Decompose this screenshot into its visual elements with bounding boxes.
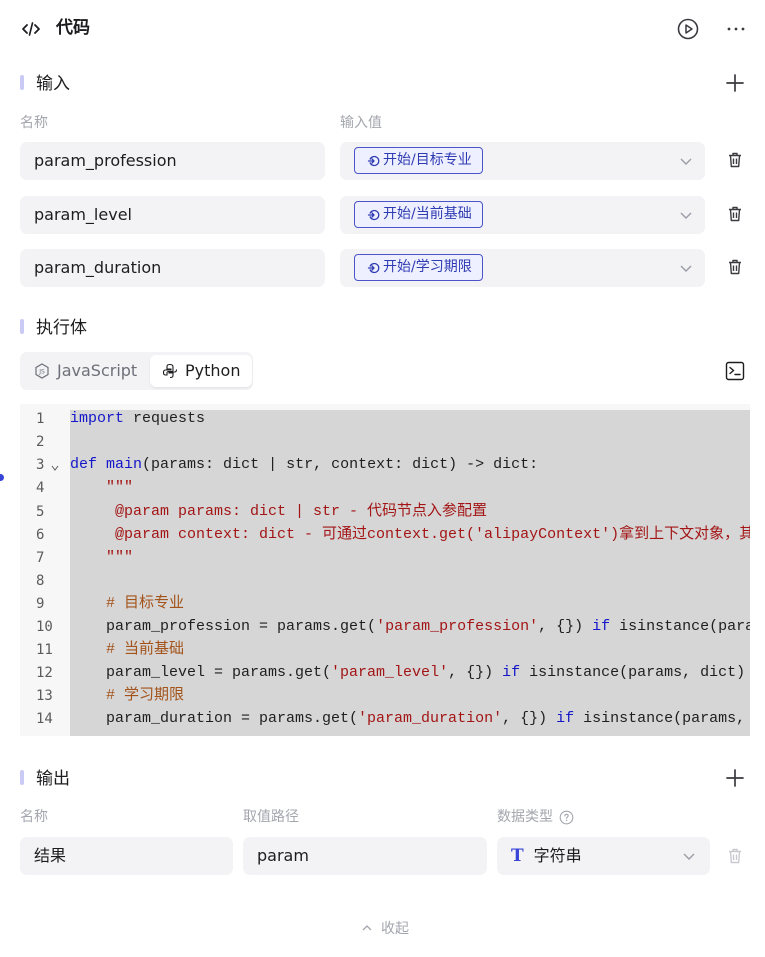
delete-icon — [726, 847, 744, 865]
line-number: 2 — [36, 434, 45, 450]
line-number: 11 — [36, 642, 53, 658]
line-number: 8 — [36, 573, 45, 589]
line-number: 5 — [36, 504, 45, 520]
more-icon[interactable] — [724, 17, 748, 41]
tab-label: Python — [185, 361, 241, 380]
chevron-up-icon — [362, 925, 372, 931]
help-icon[interactable] — [559, 810, 574, 825]
connection-handle[interactable] — [0, 474, 4, 481]
output-type-value: 字符串 — [533, 846, 582, 865]
input-name-field[interactable]: param_level — [20, 196, 325, 234]
code-icon — [20, 18, 42, 40]
code-line: """ — [70, 549, 134, 566]
input-section-title: 输入 — [36, 74, 70, 94]
line-number: 14 — [36, 711, 53, 727]
variable-ref-label: 开始/当前基础 — [383, 206, 472, 222]
section-marker — [20, 75, 24, 90]
line-number: 7 — [36, 550, 45, 566]
output-section-title: 输出 — [36, 769, 70, 789]
output-path-header: 取值路径 — [243, 809, 299, 825]
reference-icon — [367, 209, 380, 220]
python-icon — [162, 363, 178, 379]
code-line: @param context: dict - 可通过context.get('a… — [70, 526, 750, 543]
line-number: 13 — [36, 688, 53, 704]
code-line: # 当前基础 — [70, 641, 185, 658]
code-line: def main(params: dict | str, context: di… — [70, 456, 539, 473]
output-type-header: 数据类型 — [497, 808, 574, 826]
javascript-icon: JS — [35, 363, 49, 379]
line-number: 12 — [36, 665, 53, 681]
reference-icon — [367, 155, 380, 166]
code-line: param_profession = params.get('param_pro… — [70, 618, 750, 635]
variable-ref-label: 开始/学习期限 — [383, 259, 472, 275]
reference-icon — [367, 262, 380, 273]
code-line: param_duration = params.get('param_durat… — [70, 710, 746, 727]
code-line: # 目标专业 — [70, 595, 185, 612]
terminal-icon[interactable] — [725, 361, 745, 381]
tab-javascript[interactable]: JS JavaScript — [34, 355, 137, 387]
variable-ref-tag[interactable]: 开始/目标专业 — [354, 147, 483, 174]
section-marker — [20, 319, 24, 334]
line-number: 9 — [36, 596, 45, 612]
input-value-select[interactable]: 开始/目标专业 — [340, 142, 705, 180]
tab-python[interactable]: Python — [150, 355, 252, 387]
input-value-header: 输入值 — [340, 115, 382, 131]
code-line: # 学习期限 — [70, 687, 185, 704]
svg-text:JS: JS — [38, 369, 45, 376]
chevron-down-icon — [680, 212, 692, 219]
line-number: 10 — [36, 619, 53, 635]
language-tabs: JS JavaScript Python — [20, 352, 253, 390]
code-line: @param params: dict | str - 代码节点入参配置 — [70, 503, 488, 520]
fold-chevron-icon[interactable] — [51, 464, 59, 472]
variable-ref-label: 开始/目标专业 — [383, 152, 472, 168]
tab-label: JavaScript — [57, 361, 138, 380]
output-name-field[interactable]: 结果 — [20, 837, 233, 875]
variable-ref-tag[interactable]: 开始/当前基础 — [354, 201, 483, 228]
code-line: import requests — [70, 410, 206, 427]
output-type-header-label: 数据类型 — [497, 809, 553, 825]
chevron-down-icon — [683, 853, 695, 860]
line-number: 4 — [36, 480, 45, 496]
node-title: 代码 — [56, 18, 90, 38]
line-number: 6 — [36, 527, 45, 543]
chevron-down-icon — [680, 265, 692, 272]
chevron-down-icon — [680, 158, 692, 165]
section-marker — [20, 770, 24, 785]
add-input-icon[interactable] — [724, 72, 746, 94]
delete-icon[interactable] — [726, 151, 744, 169]
line-number: 1 — [36, 411, 45, 427]
add-output-icon[interactable] — [724, 767, 746, 789]
delete-icon[interactable] — [726, 205, 744, 223]
input-name-field[interactable]: param_duration — [20, 249, 325, 287]
code-line: """ — [70, 479, 134, 496]
collapse-button[interactable]: 收起 — [340, 918, 430, 938]
input-name-field[interactable]: param_profession — [20, 142, 325, 180]
code-editor[interactable]: 1 2 3 4 5 6 7 8 9 10 11 12 13 14 import … — [20, 404, 750, 736]
body-section-title: 执行体 — [36, 318, 87, 338]
input-name-header: 名称 — [20, 115, 48, 131]
run-icon[interactable] — [676, 17, 700, 41]
output-type-select[interactable]: T 字符串 — [497, 837, 710, 875]
delete-icon[interactable] — [726, 258, 744, 276]
output-path-field[interactable]: param — [243, 837, 487, 875]
text-type-icon: T — [511, 846, 524, 866]
input-value-select[interactable]: 开始/当前基础 — [340, 196, 705, 234]
variable-ref-tag[interactable]: 开始/学习期限 — [354, 254, 483, 281]
output-name-header: 名称 — [20, 809, 48, 825]
code-line: param_level = params.get('param_level', … — [70, 664, 750, 681]
input-value-select[interactable]: 开始/学习期限 — [340, 249, 705, 287]
collapse-label: 收起 — [381, 921, 409, 937]
